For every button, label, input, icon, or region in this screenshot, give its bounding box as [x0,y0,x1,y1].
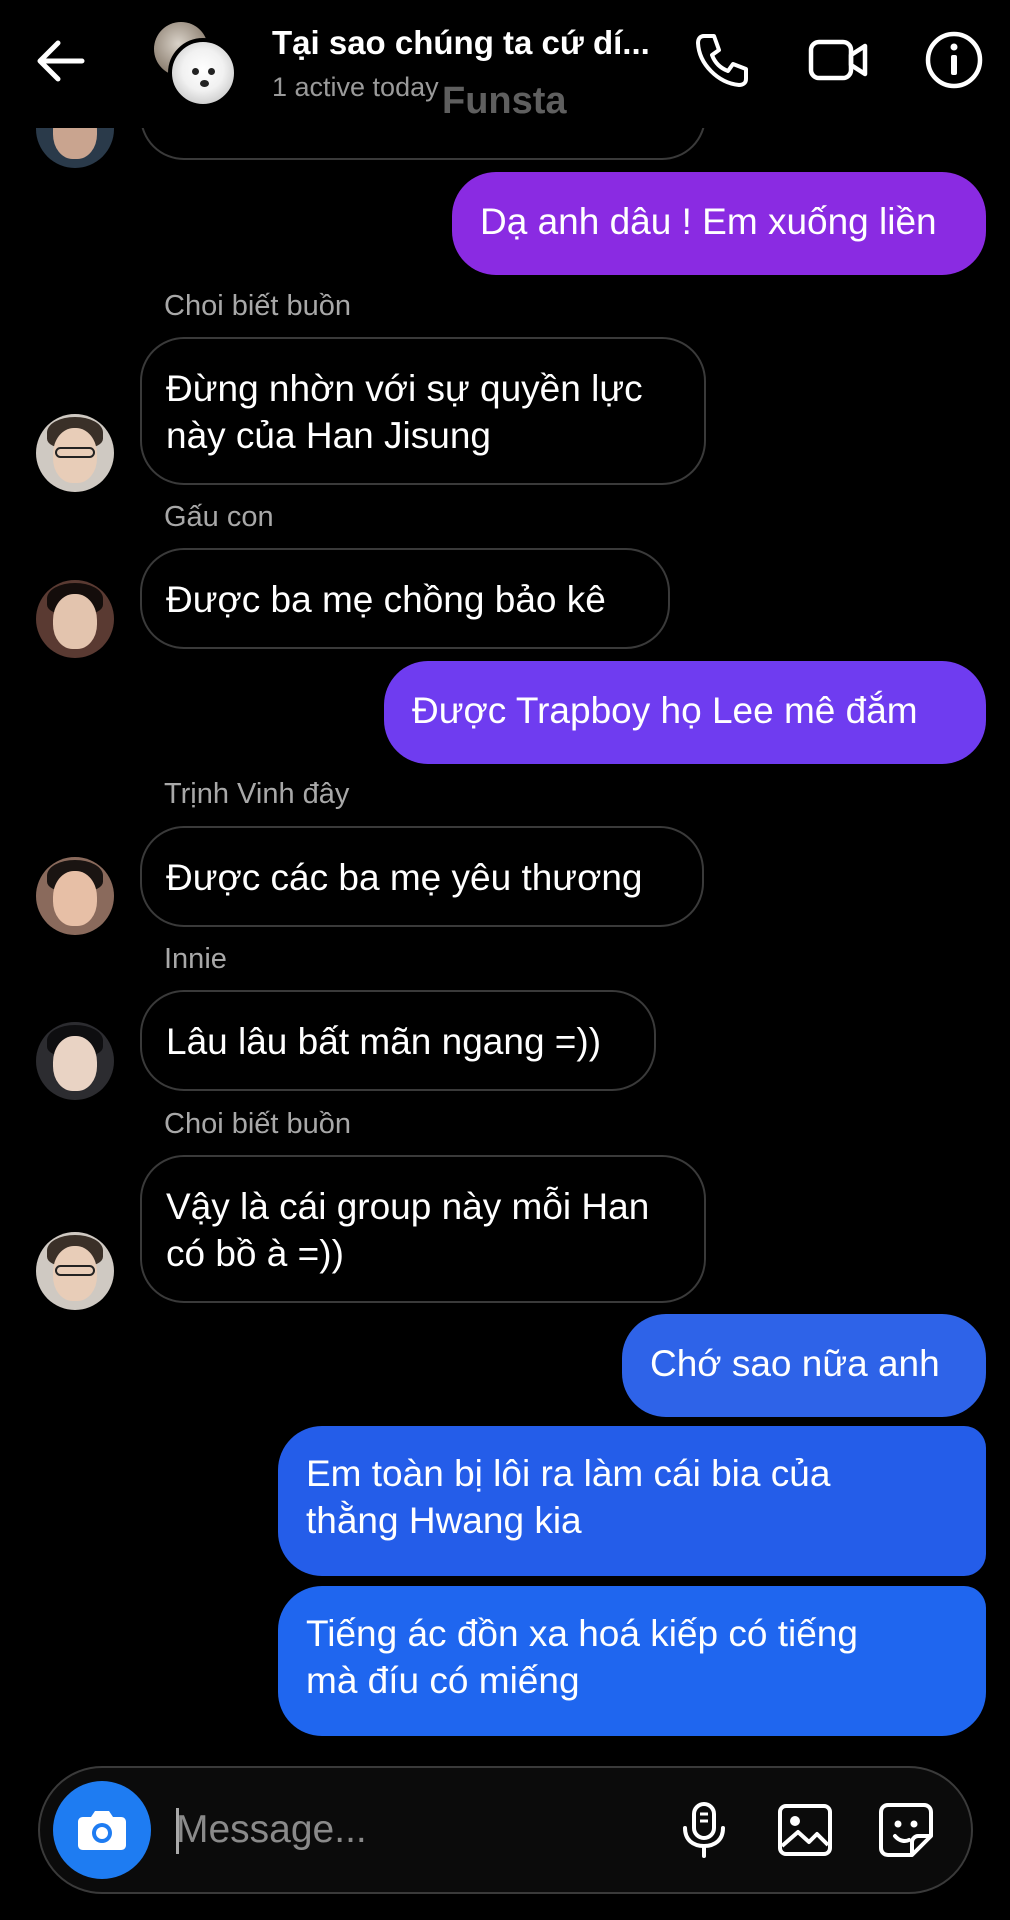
image-icon [778,1804,832,1856]
message-line: Em toàn bị lôi ra làm cái bia của [306,1453,831,1494]
outgoing-message[interactable]: Dạ anh dâu ! Em xuống liền [452,172,986,275]
chat-info-button[interactable] [922,28,986,92]
message-text: Dạ anh dâu ! Em xuống liền [480,201,937,242]
video-camera-icon [808,39,868,81]
incoming-message[interactable]: Lâu lâu bất mãn ngang =)) [140,990,656,1091]
message-line: Vậy là cái group này mỗi Han [166,1186,650,1227]
sticker-button[interactable] [874,1798,938,1862]
arrow-left-icon [37,40,85,82]
message-line: mà đíu có miếng [306,1660,580,1701]
info-icon [925,31,983,89]
sender-name: Trịnh Vinh đây [164,778,350,810]
sender-name: Choi biết buồn [164,290,352,322]
sticker-icon [879,1803,933,1857]
camera-button[interactable] [53,1781,151,1879]
avatar [36,1232,114,1310]
incoming-message[interactable]: Được ba mẹ chồng bảo kê [140,548,670,649]
video-call-button[interactable] [806,28,870,92]
dog-photo [168,38,238,108]
sender-name: Innie [164,943,227,975]
sender-name: Choi biết buồn [164,1108,352,1140]
incoming-message[interactable]: Vậy là cái group này mỗi Han có bồ à =)) [140,1155,706,1303]
outgoing-message[interactable]: Tiếng ác đồn xa hoá kiếp có tiếng mà đíu… [278,1586,986,1736]
avatar [36,414,114,492]
message-line: Đừng nhờn với sự quyền lực [166,368,643,409]
camera-icon [78,1811,126,1850]
sender-name: Gấu con [164,501,274,533]
message-line: thằng Hwang kia [306,1500,582,1541]
chat-title[interactable]: Tại sao chúng ta cứ dí... [272,24,650,62]
outgoing-message[interactable]: Chớ sao nữa anh [622,1314,986,1417]
message-text: Được Trapboy họ Lee mê đắm [412,690,918,731]
message-line: Được ba mẹ chồng bảo kê [166,579,606,620]
message-input[interactable] [176,1800,656,1860]
message-line: Lâu lâu bất mãn ngang =)) [166,1021,602,1062]
message-line: có bồ à =)) [166,1233,344,1274]
outgoing-message[interactable]: Em toàn bị lôi ra làm cái bia của thằng … [278,1426,986,1576]
outgoing-message[interactable]: Được Trapboy họ Lee mê đắm [384,661,986,764]
app-watermark: Funsta [442,80,567,122]
incoming-message[interactable]: Đừng nhờn với sự quyền lực này của Han J… [140,337,706,485]
message-line: Được các ba mẹ yêu thương [166,857,643,898]
chat-header: Tại sao chúng ta cứ dí... 1 active today… [0,0,1010,128]
gallery-button[interactable] [773,1798,837,1862]
message-line: Tiếng ác đồn xa hoá kiếp có tiếng [306,1613,858,1654]
microphone-icon [683,1802,725,1858]
avatar [36,857,114,935]
message-text: Chớ sao nữa anh [650,1343,940,1384]
message-line: này của Han Jisung [166,415,491,456]
group-avatar[interactable] [150,20,240,110]
active-status: 1 active today [272,72,439,102]
voice-call-button[interactable] [690,28,754,92]
back-button[interactable] [30,30,92,92]
avatar [36,1022,114,1100]
avatar [36,580,114,658]
voice-message-button[interactable] [672,1798,736,1862]
incoming-message[interactable]: Được các ba mẹ yêu thương [140,826,704,927]
phone-icon [696,34,748,87]
